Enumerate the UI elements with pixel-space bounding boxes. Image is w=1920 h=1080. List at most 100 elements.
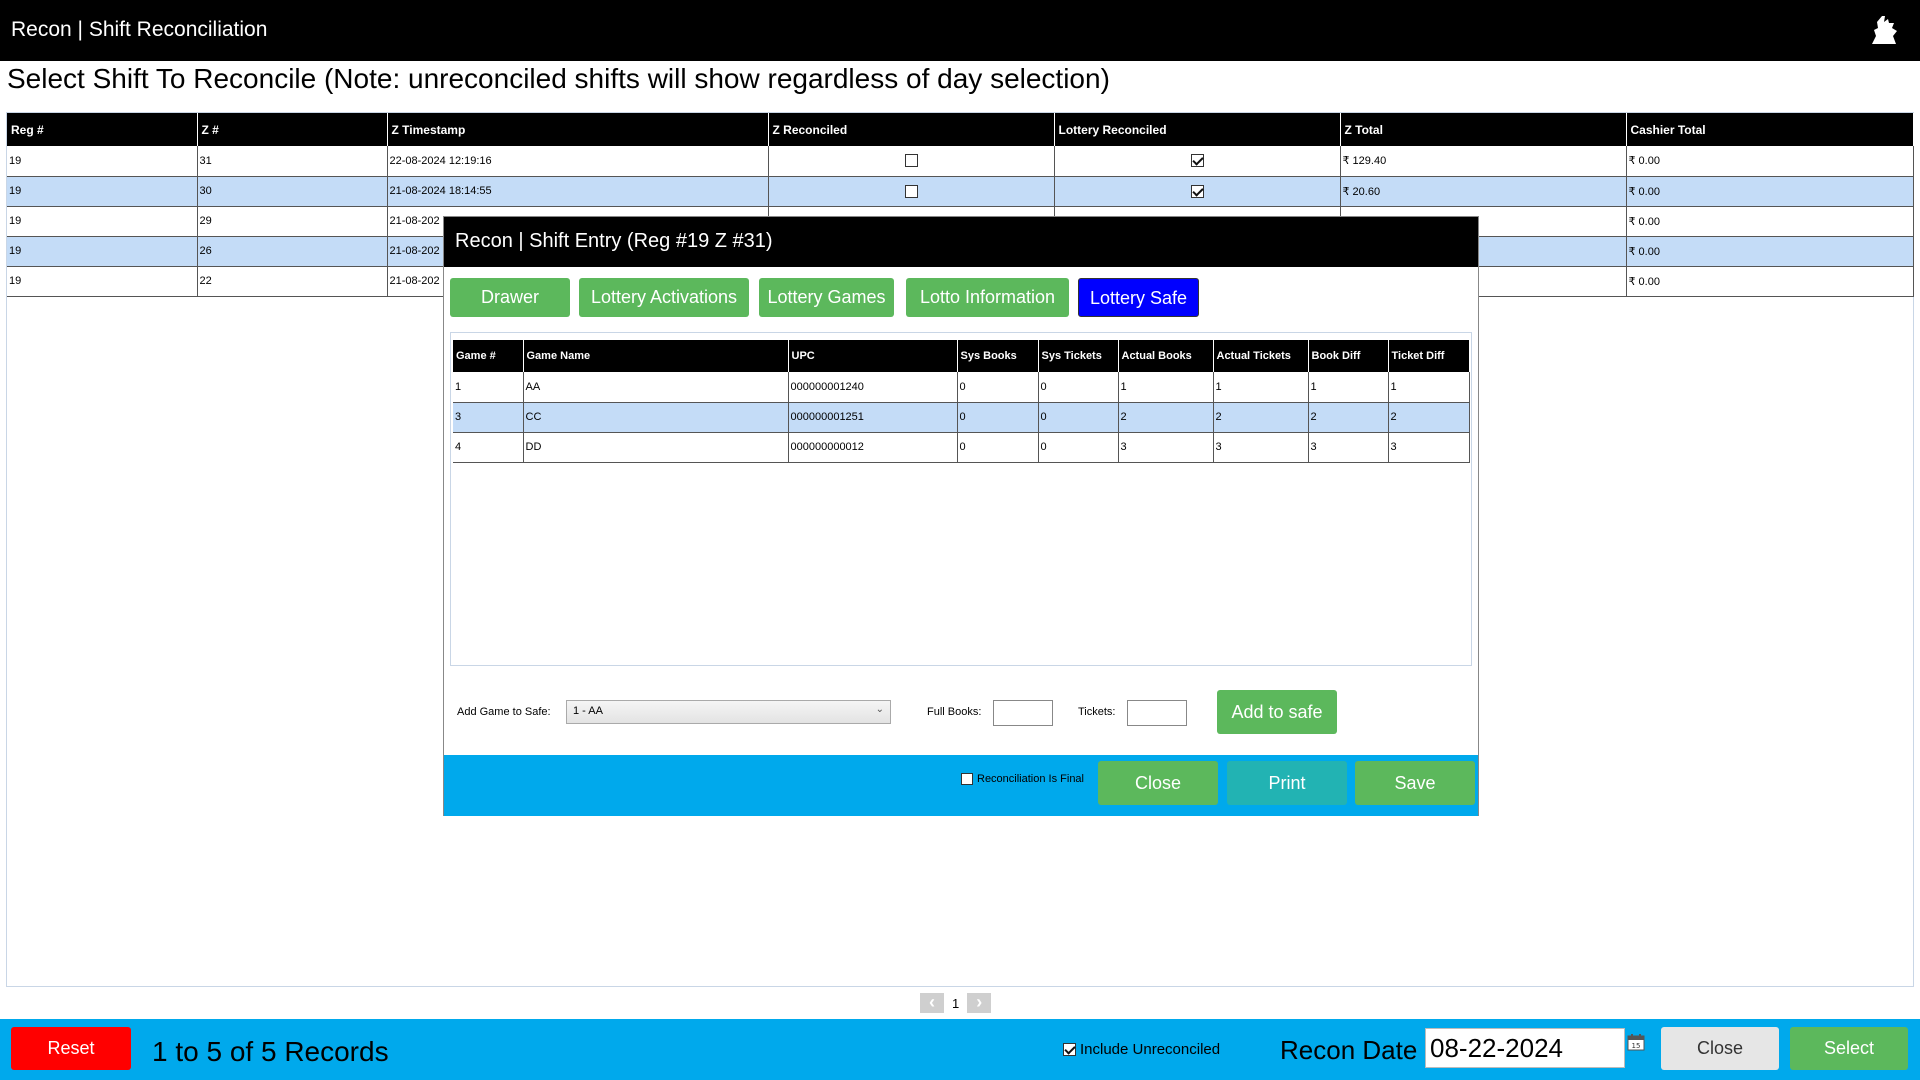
- table-row[interactable]: 19 30 21-08-2024 18:14:55 ₹ 20.60 ₹ 0.00: [7, 176, 1914, 207]
- reset-button[interactable]: Reset: [11, 1027, 131, 1070]
- tab-lotto-information[interactable]: Lotto Information: [906, 278, 1069, 317]
- select-button[interactable]: Select: [1790, 1027, 1908, 1070]
- cell-sys-books: 0: [957, 402, 1039, 433]
- cell-z-total: ₹ 20.60: [1340, 176, 1627, 207]
- full-books-label: Full Books:: [927, 706, 982, 718]
- cell-z: 30: [197, 176, 388, 207]
- next-page-button[interactable]: ›: [967, 993, 992, 1013]
- cell-cashier-total: ₹ 0.00: [1626, 266, 1914, 297]
- cell-z-reconciled: [768, 146, 1055, 177]
- close-button[interactable]: Close: [1661, 1027, 1779, 1070]
- lottery-reconciled-checkbox[interactable]: [1190, 184, 1204, 198]
- cell-game-name: CC: [523, 402, 789, 433]
- col-header-game-name[interactable]: Game Name: [523, 340, 789, 372]
- cell-reg: 19: [7, 206, 198, 237]
- tickets-label: Tickets:: [1078, 706, 1116, 718]
- cell-upc: 000000001251: [788, 402, 958, 433]
- cell-lottery-reconciled: [1054, 146, 1341, 177]
- cell-sys-books: 0: [957, 432, 1039, 463]
- cell-sys-tickets: 0: [1038, 432, 1119, 463]
- col-header-game-num[interactable]: Game #: [453, 340, 524, 372]
- tab-lottery-games[interactable]: Lottery Games: [759, 278, 894, 317]
- include-unreconciled-label: Include Unreconciled: [1080, 1041, 1221, 1058]
- table-row[interactable]: 1 AA 000000001240 0 0 1 1 1 1: [453, 372, 1470, 403]
- cell-z: 31: [197, 146, 388, 177]
- cell-lottery-reconciled: [1054, 176, 1341, 207]
- col-header-upc[interactable]: UPC: [788, 340, 958, 372]
- cell-actual-tickets[interactable]: 2: [1213, 402, 1309, 433]
- shift-entry-dialog: Recon | Shift Entry (Reg #19 Z #31) Draw…: [443, 216, 1479, 816]
- col-header-actual-tickets[interactable]: Actual Tickets: [1213, 340, 1309, 372]
- table-row[interactable]: 4 DD 000000000012 0 0 3 3 3 3: [453, 432, 1470, 463]
- save-button[interactable]: Save: [1355, 761, 1475, 805]
- add-game-form: Add Game to Safe: 1 - AA ⌄ Full Books: T…: [444, 675, 1478, 735]
- col-header-sys-books[interactable]: Sys Books: [957, 340, 1039, 372]
- cell-ticket-diff: 1: [1388, 372, 1470, 403]
- cell-book-diff: 3: [1308, 432, 1389, 463]
- calendar-icon[interactable]: 15: [1627, 1033, 1645, 1051]
- print-button[interactable]: Print: [1227, 761, 1347, 805]
- tab-drawer[interactable]: Drawer: [450, 278, 570, 317]
- recon-date-input[interactable]: 08-22-2024: [1425, 1028, 1625, 1068]
- cell-actual-tickets[interactable]: 1: [1213, 372, 1309, 403]
- page-number: 1: [952, 995, 960, 1011]
- dialog-close-button[interactable]: Close: [1098, 761, 1218, 805]
- cell-cashier-total: ₹ 0.00: [1626, 236, 1914, 267]
- cell-actual-tickets[interactable]: 3: [1213, 432, 1309, 463]
- col-header-sys-tickets[interactable]: Sys Tickets: [1038, 340, 1119, 372]
- shift-table-header: Reg # Z # Z Timestamp Z Reconciled Lotte…: [7, 113, 1914, 146]
- cell-sys-tickets: 0: [1038, 372, 1119, 403]
- add-game-label: Add Game to Safe:: [457, 706, 551, 718]
- z-reconciled-checkbox[interactable]: [904, 154, 918, 168]
- lottery-reconciled-checkbox[interactable]: [1190, 154, 1204, 168]
- tab-lottery-activations[interactable]: Lottery Activations: [579, 278, 749, 317]
- col-header-reg[interactable]: Reg #: [7, 113, 198, 146]
- game-select-dropdown[interactable]: 1 - AA ⌄: [566, 700, 891, 724]
- cell-game-num: 4: [453, 432, 524, 463]
- cell-actual-books[interactable]: 2: [1118, 402, 1214, 433]
- recon-date-label: Recon Date :: [1280, 1035, 1432, 1065]
- cell-reg: 19: [7, 236, 198, 267]
- records-count: 1 to 5 of 5 Records: [152, 1036, 389, 1067]
- app-logo-icon: [1872, 16, 1897, 44]
- col-header-actual-books[interactable]: Actual Books: [1118, 340, 1214, 372]
- col-header-book-diff[interactable]: Book Diff: [1308, 340, 1389, 372]
- col-header-ticket-diff[interactable]: Ticket Diff: [1388, 340, 1470, 372]
- reconciliation-final-toggle[interactable]: Reconciliation Is Final: [961, 773, 1084, 785]
- cell-upc: 000000001240: [788, 372, 958, 403]
- include-unreconciled-toggle[interactable]: Include Unreconciled: [1063, 1041, 1220, 1058]
- col-header-cashier-total[interactable]: Cashier Total: [1626, 113, 1914, 146]
- include-unreconciled-checkbox[interactable]: [1063, 1043, 1076, 1056]
- cell-book-diff: 2: [1308, 402, 1389, 433]
- window-title: Recon | Shift Reconciliation: [11, 18, 268, 41]
- cell-z: 29: [197, 206, 388, 237]
- col-header-z[interactable]: Z #: [197, 113, 388, 146]
- col-header-z-reconciled[interactable]: Z Reconciled: [768, 113, 1055, 146]
- table-row[interactable]: 19 31 22-08-2024 12:19:16 ₹ 129.40 ₹ 0.0…: [7, 146, 1914, 177]
- cell-timestamp: 22-08-2024 12:19:16: [387, 146, 769, 177]
- tab-lottery-safe[interactable]: Lottery Safe: [1078, 278, 1199, 317]
- reconciliation-final-label: Reconciliation Is Final: [977, 773, 1084, 785]
- cell-sys-books: 0: [957, 372, 1039, 403]
- tickets-input[interactable]: [1127, 700, 1187, 726]
- col-header-lottery-reconciled[interactable]: Lottery Reconciled: [1054, 113, 1341, 146]
- cell-timestamp: 21-08-2024 18:14:55: [387, 176, 769, 207]
- full-books-input[interactable]: [993, 700, 1053, 726]
- title-bar: Recon | Shift Reconciliation: [0, 0, 1920, 61]
- cell-game-name: DD: [523, 432, 789, 463]
- pagination: ‹ 1 ›: [920, 993, 992, 1013]
- cell-cashier-total: ₹ 0.00: [1626, 176, 1914, 207]
- prev-page-button[interactable]: ‹: [920, 993, 944, 1013]
- col-header-z-total[interactable]: Z Total: [1340, 113, 1627, 146]
- dialog-title: Recon | Shift Entry (Reg #19 Z #31): [444, 217, 1478, 267]
- col-header-z-timestamp[interactable]: Z Timestamp: [387, 113, 769, 146]
- z-reconciled-checkbox[interactable]: [904, 184, 918, 198]
- add-to-safe-button[interactable]: Add to safe: [1217, 690, 1337, 734]
- cell-actual-books[interactable]: 3: [1118, 432, 1214, 463]
- cell-game-name: AA: [523, 372, 789, 403]
- lottery-safe-table: Game # Game Name UPC Sys Books Sys Ticke…: [453, 340, 1470, 463]
- table-row[interactable]: 3 CC 000000001251 0 0 2 2 2 2: [453, 402, 1470, 433]
- reconciliation-final-checkbox[interactable]: [961, 773, 973, 785]
- cell-actual-books[interactable]: 1: [1118, 372, 1214, 403]
- game-select-value: 1 - AA: [573, 705, 603, 717]
